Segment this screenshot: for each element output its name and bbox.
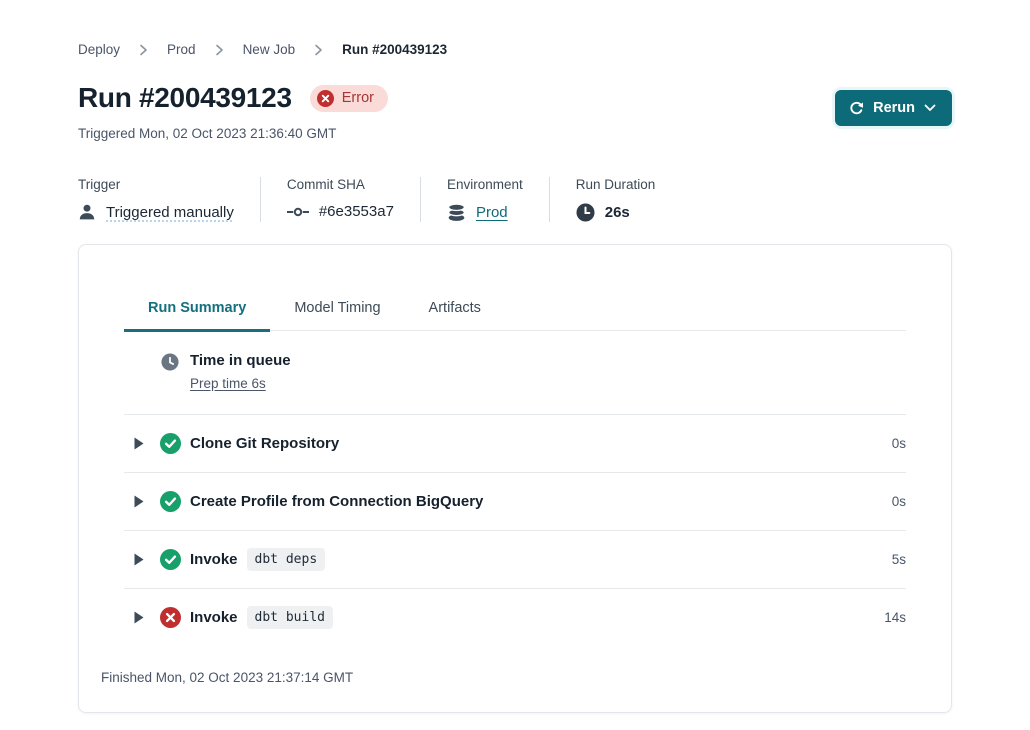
expand-caret-icon[interactable] — [134, 611, 144, 624]
tab-run-summary[interactable]: Run Summary — [124, 292, 270, 332]
expand-caret-icon[interactable] — [134, 495, 144, 508]
breadcrumb-separator-icon — [139, 44, 148, 56]
step-row[interactable]: Create Profile from Connection BigQuery … — [124, 473, 906, 530]
tab-artifacts[interactable]: Artifacts — [405, 292, 505, 332]
step-row[interactable]: Invoke dbt deps 5s — [124, 531, 906, 588]
meta-trigger-label: Trigger — [78, 177, 234, 192]
breadcrumb: Deploy Prod New Job Run #200439123 — [78, 42, 952, 57]
person-icon — [78, 203, 96, 221]
finished-timestamp: Finished Mon, 02 Oct 2023 21:37:14 GMT — [79, 646, 951, 712]
step-duration: 0s — [892, 494, 906, 509]
run-metadata: Trigger Triggered manually Commit SHA #6… — [78, 177, 952, 222]
clock-icon — [576, 203, 595, 222]
queue-title: Time in queue — [190, 352, 291, 369]
prep-time-link[interactable]: Prep time 6s — [190, 376, 266, 391]
breadcrumb-separator-icon — [314, 44, 323, 56]
expand-caret-icon[interactable] — [134, 437, 144, 450]
meta-commit-sha: Commit SHA #6e3553a7 — [260, 177, 420, 222]
meta-environment-label: Environment — [447, 177, 523, 192]
step-duration: 0s — [892, 436, 906, 451]
error-circle-icon — [317, 90, 334, 107]
step-row[interactable]: Clone Git Repository 0s — [124, 415, 906, 472]
step-code: dbt build — [247, 606, 333, 629]
run-summary-card: Run Summary Model Timing Artifacts Time … — [78, 244, 952, 713]
step-title: Invoke — [190, 551, 238, 568]
meta-commit-label: Commit SHA — [287, 177, 394, 192]
page-header: Run #200439123 Error Triggered Mon, 02 O… — [78, 82, 952, 141]
meta-environment-link[interactable]: Prod — [476, 204, 508, 221]
rerun-button[interactable]: Rerun — [835, 90, 952, 126]
page-title: Run #200439123 — [78, 82, 292, 114]
title-row: Run #200439123 Error — [78, 82, 388, 114]
meta-trigger-value[interactable]: Triggered manually — [106, 204, 234, 221]
meta-duration-label: Run Duration — [576, 177, 656, 192]
expand-caret-icon[interactable] — [134, 553, 144, 566]
time-in-queue-row: Time in queue Prep time 6s — [124, 331, 906, 414]
step-duration: 5s — [892, 552, 906, 567]
database-icon — [447, 203, 466, 222]
header-left: Run #200439123 Error Triggered Mon, 02 O… — [78, 82, 388, 141]
success-icon — [160, 491, 181, 512]
queue-clock-icon — [161, 353, 179, 371]
step-title: Create Profile from Connection BigQuery — [190, 493, 483, 510]
meta-environment: Environment Prod — [420, 177, 549, 222]
breadcrumb-item: Run #200439123 — [342, 42, 447, 57]
rerun-button-label: Rerun — [873, 100, 915, 116]
chevron-down-icon — [924, 104, 936, 112]
rerun-icon — [849, 101, 864, 116]
tab-model-timing[interactable]: Model Timing — [270, 292, 404, 332]
breadcrumb-item[interactable]: Deploy — [78, 42, 120, 57]
step-row[interactable]: Invoke dbt build 14s — [124, 589, 906, 646]
breadcrumb-item[interactable]: Prod — [167, 42, 196, 57]
status-badge: Error — [310, 85, 388, 112]
step-rows: Clone Git Repository 0s Create Profile f… — [124, 414, 906, 646]
triggered-timestamp: Triggered Mon, 02 Oct 2023 21:36:40 GMT — [78, 126, 388, 141]
step-title: Invoke — [190, 609, 238, 626]
success-icon — [160, 549, 181, 570]
step-code: dbt deps — [247, 548, 326, 571]
git-commit-icon — [287, 205, 309, 219]
tab-bar: Run Summary Model Timing Artifacts — [124, 292, 906, 331]
meta-run-duration: Run Duration 26s — [549, 177, 682, 222]
step-title: Clone Git Repository — [190, 435, 339, 452]
meta-trigger: Trigger Triggered manually — [78, 177, 260, 222]
meta-commit-value: #6e3553a7 — [319, 203, 394, 220]
error-icon — [160, 607, 181, 628]
card-inner: Run Summary Model Timing Artifacts Time … — [79, 292, 951, 646]
meta-duration-value: 26s — [605, 204, 630, 221]
success-icon — [160, 433, 181, 454]
breadcrumb-item[interactable]: New Job — [243, 42, 296, 57]
breadcrumb-separator-icon — [215, 44, 224, 56]
queue-text: Time in queue Prep time 6s — [190, 352, 291, 393]
run-detail-page: Deploy Prod New Job Run #200439123 Run #… — [0, 0, 1030, 713]
step-duration: 14s — [884, 610, 906, 625]
status-badge-label: Error — [342, 90, 374, 106]
